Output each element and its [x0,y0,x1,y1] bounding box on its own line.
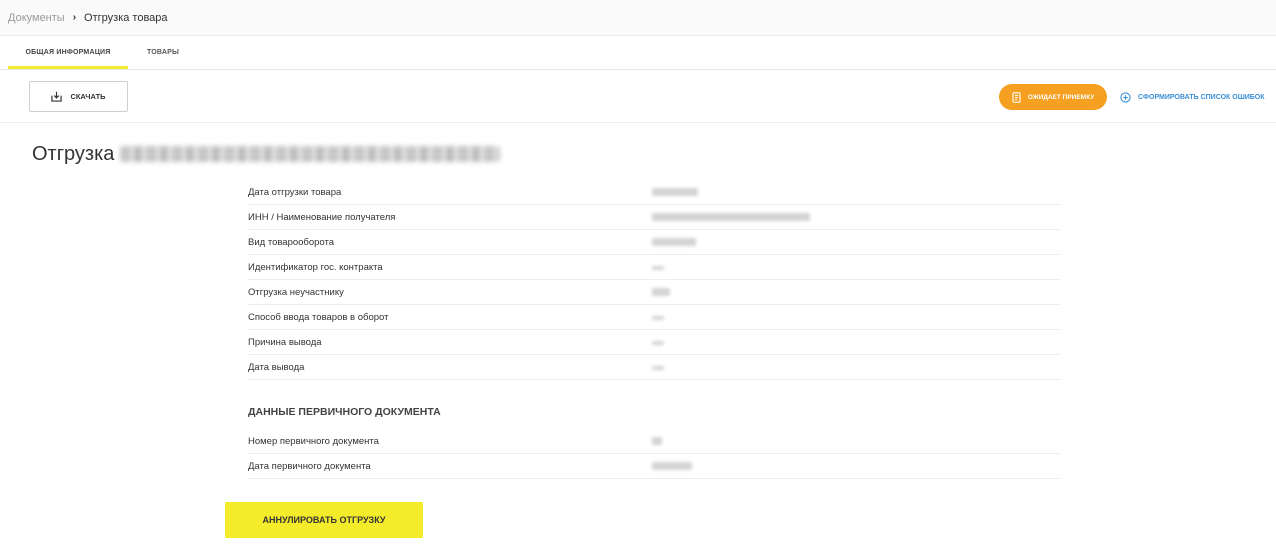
plus-circle-icon [1120,91,1131,103]
field-row: Номер первичного документа [248,429,1060,454]
tabs-bar: Общая информация Товары [0,36,1276,70]
cancel-shipment-button[interactable]: Аннулировать отгрузку [225,502,423,538]
field-row: Дата первичного документа [248,454,1060,479]
field-value-redacted [652,238,696,246]
cancel-shipment-label: Аннулировать отгрузку [262,515,386,525]
field-row: ИНН / Наименование получателя [248,205,1060,230]
page-title: Отгрузка [32,140,501,168]
generate-errors-list-button[interactable]: Сформировать список ошибок [1120,84,1265,110]
breadcrumb: Документы › Отгрузка товара [0,0,1276,36]
field-label: Дата первичного документа [248,461,371,472]
primary-doc-fields: Номер первичного документа Дата первично… [248,429,1060,479]
breadcrumb-documents-link[interactable]: Документы [8,12,65,24]
field-row: Отгрузка неучастнику [248,280,1060,305]
errors-label: Сформировать список ошибок [1138,93,1265,101]
chevron-right-icon: › [72,12,77,23]
breadcrumb-current: Отгрузка товара [84,11,168,24]
field-value-redacted [652,341,664,345]
field-value-redacted [652,266,664,270]
field-row: Идентификатор гос. контракта [248,255,1060,280]
field-label: Идентификатор гос. контракта [248,262,383,273]
toolbar: Скачать Ожидает приемку Сформировать спи… [0,70,1276,123]
field-label: Вид товарооборота [248,237,335,248]
field-value-redacted [652,213,810,221]
field-row: Причина вывода [248,330,1060,355]
field-value-redacted [652,316,664,320]
field-label: Причина вывода [248,337,322,348]
field-row: Способ ввода товаров в оборот [248,305,1060,330]
field-label: Дата вывода [248,362,305,373]
status-button[interactable]: Ожидает приемку [999,84,1107,110]
field-value-redacted [652,188,698,196]
field-label: Номер первичного документа [248,436,379,447]
field-value-redacted [652,288,670,296]
primary-doc-section-title: Данные первичного документа [248,406,441,418]
document-clock-icon [1012,91,1021,103]
tab-goods[interactable]: Товары [128,35,198,69]
field-label: Способ ввода товаров в оборот [248,312,389,323]
field-label: Дата отгрузки товара [248,187,342,198]
download-label: Скачать [70,92,106,101]
field-label: Отгрузка неучастнику [248,287,344,298]
field-value-redacted [652,462,692,470]
field-value-redacted [652,437,662,445]
field-value-redacted [652,366,664,370]
shipment-fields: Дата отгрузки товара ИНН / Наименование … [248,180,1060,380]
field-label: ИНН / Наименование получателя [248,212,396,223]
status-label: Ожидает приемку [1027,93,1095,101]
field-row: Дата вывода [248,355,1060,380]
page-title-prefix: Отгрузка [32,142,115,165]
field-row: Вид товарооборота [248,230,1060,255]
field-row: Дата отгрузки товара [248,180,1060,205]
download-icon [51,91,63,102]
tab-general-info[interactable]: Общая информация [8,35,128,69]
document-id-redacted [120,146,501,162]
download-button[interactable]: Скачать [29,81,128,112]
